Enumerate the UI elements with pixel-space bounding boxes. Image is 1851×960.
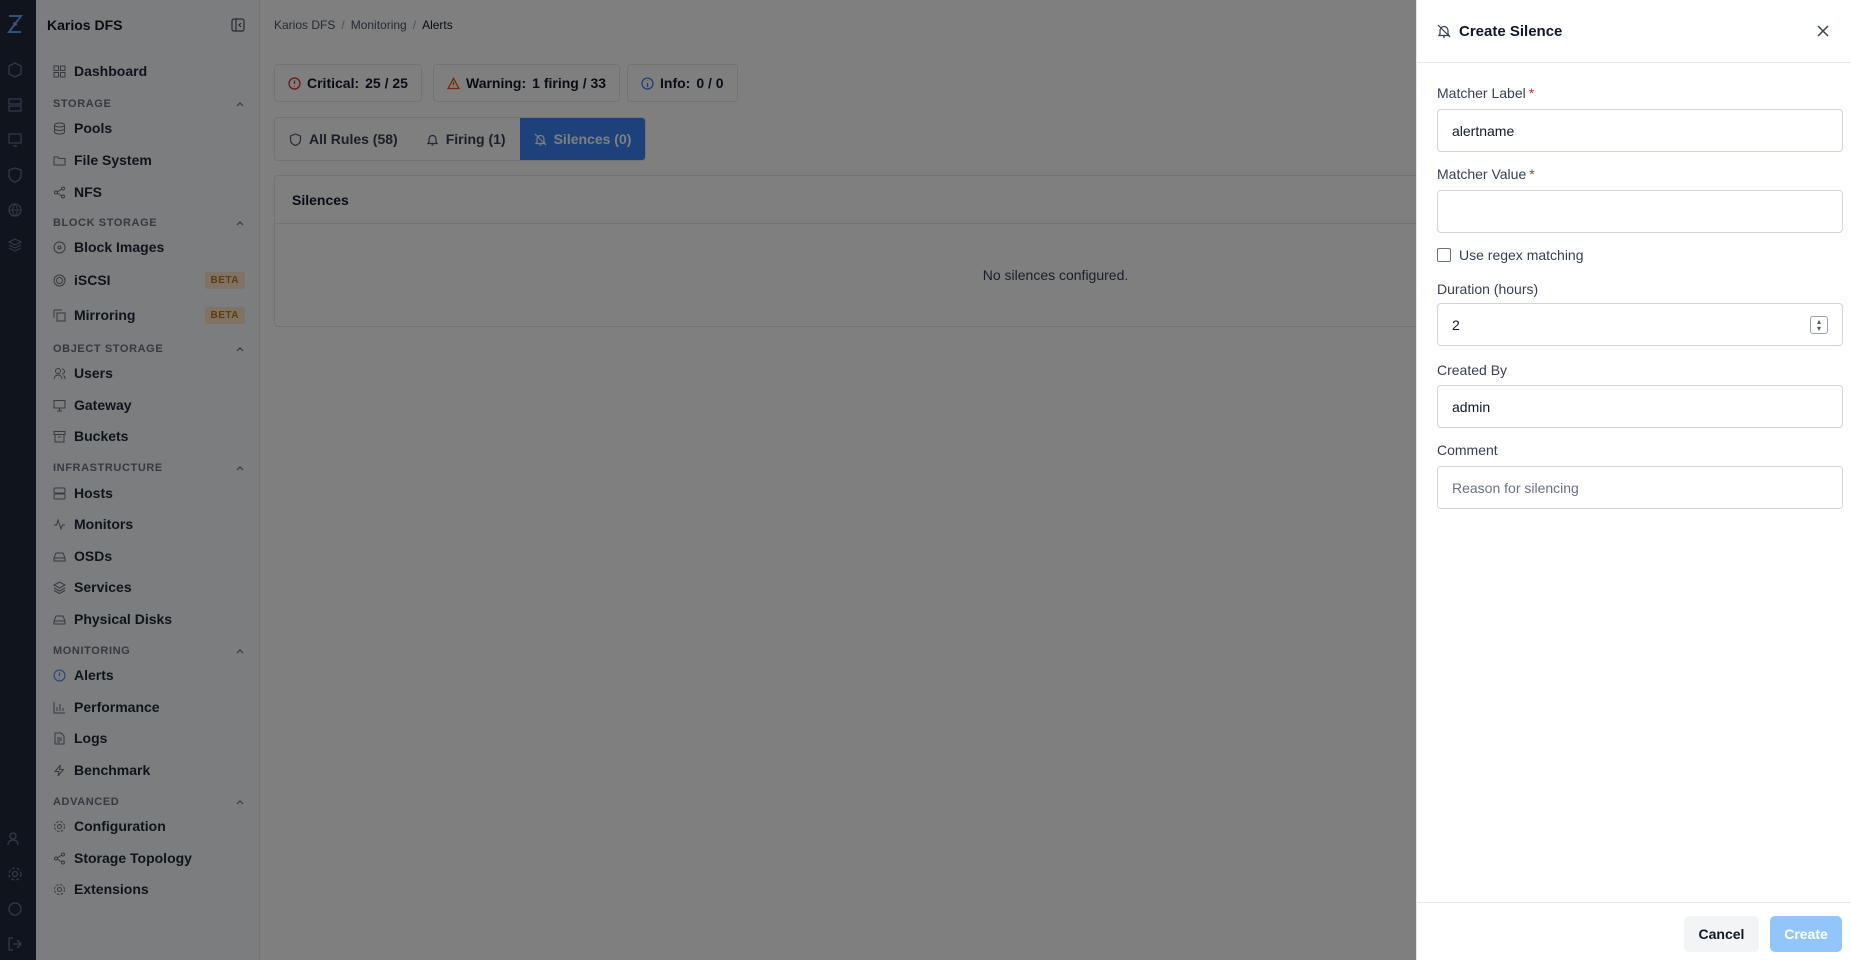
created-by-input[interactable]: admin xyxy=(1437,385,1843,428)
created-by-label: Created By xyxy=(1437,362,1508,378)
matcher-value-input[interactable] xyxy=(1437,190,1843,233)
regex-checkbox[interactable] xyxy=(1437,248,1451,262)
matcher-value-label: Matcher Value * xyxy=(1437,166,1535,182)
close-icon[interactable] xyxy=(1815,23,1831,39)
input-placeholder: Reason for silencing xyxy=(1452,479,1579,496)
duration-input[interactable]: 2 ▴ ▾ xyxy=(1437,303,1843,346)
bell-off-icon xyxy=(1437,24,1451,38)
matcher-label-label: Matcher Label * xyxy=(1437,85,1534,101)
create-silence-drawer: Create Silence Matcher Label * alertname … xyxy=(1416,0,1851,960)
comment-label: Comment xyxy=(1437,442,1498,458)
label-text: Matcher Value xyxy=(1437,166,1527,182)
input-value: admin xyxy=(1452,398,1491,415)
required-mark: * xyxy=(1529,166,1535,182)
label-text: Matcher Label xyxy=(1437,85,1526,101)
required-mark: * xyxy=(1528,85,1535,101)
input-value: alertname xyxy=(1452,122,1515,139)
drawer-title: Create Silence xyxy=(1459,22,1563,40)
matcher-label-input[interactable]: alertname xyxy=(1437,109,1843,152)
duration-label: Duration (hours) xyxy=(1437,281,1539,297)
cancel-button[interactable]: Cancel xyxy=(1684,916,1759,952)
drawer-footer: Cancel Create xyxy=(1417,902,1851,960)
create-button[interactable]: Create xyxy=(1770,916,1842,952)
comment-input[interactable]: Reason for silencing xyxy=(1437,466,1843,509)
number-stepper-icon[interactable]: ▴ ▾ xyxy=(1810,315,1828,334)
input-value: 2 xyxy=(1452,316,1460,333)
regex-checkbox-row[interactable]: Use regex matching xyxy=(1437,247,1584,263)
regex-label: Use regex matching xyxy=(1459,247,1584,263)
